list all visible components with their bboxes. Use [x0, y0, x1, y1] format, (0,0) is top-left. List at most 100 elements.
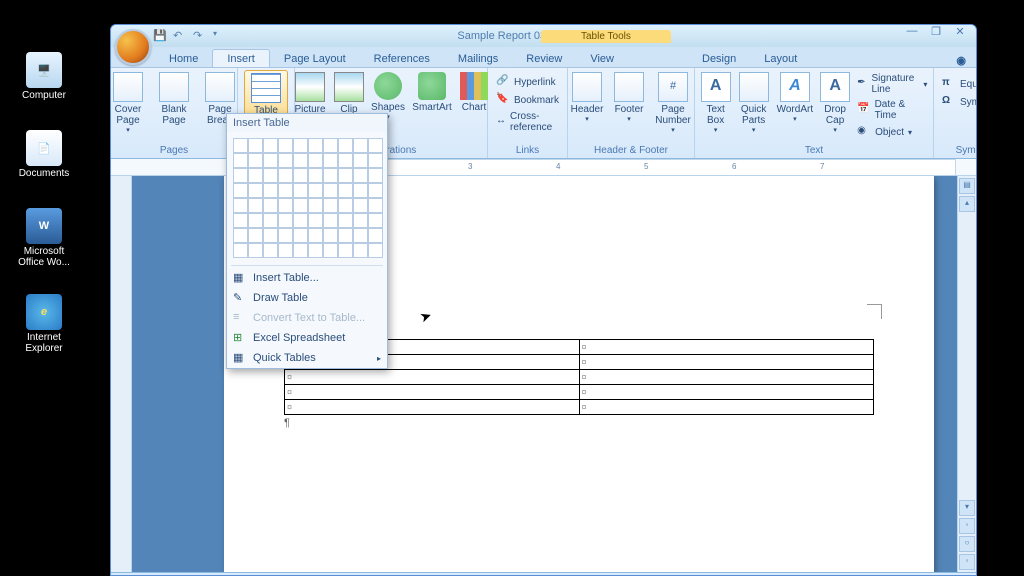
table-grid-cell[interactable] [368, 198, 383, 213]
drop-cap-button[interactable]: ADrop Cap▾ [819, 70, 851, 136]
table-grid-cell[interactable] [308, 153, 323, 168]
browse-object-button[interactable]: ○ [959, 536, 975, 552]
draw-table-menu-item[interactable]: ✎Draw Table [227, 288, 387, 308]
table-grid-cell[interactable] [263, 243, 278, 258]
table-grid-cell[interactable] [368, 153, 383, 168]
table-grid-cell[interactable] [278, 213, 293, 228]
picture-button[interactable]: Picture [291, 70, 329, 117]
table-grid-cell[interactable] [293, 183, 308, 198]
table-grid-cell[interactable] [353, 198, 368, 213]
table-grid-cell[interactable] [233, 183, 248, 198]
table-grid-cell[interactable] [233, 168, 248, 183]
table-grid-cell[interactable] [308, 168, 323, 183]
table-grid-cell[interactable] [308, 183, 323, 198]
table-grid-cell[interactable] [263, 153, 278, 168]
table-grid-cell[interactable] [353, 138, 368, 153]
signature-line-button[interactable]: ✒Signature Line▾ [855, 72, 929, 96]
table-grid-cell[interactable] [263, 213, 278, 228]
table-grid-cell[interactable] [233, 138, 248, 153]
table-grid-cell[interactable] [338, 213, 353, 228]
object-button[interactable]: ◉Object▾ [855, 124, 929, 140]
table-grid-cell[interactable] [353, 153, 368, 168]
table-grid-cell[interactable] [278, 168, 293, 183]
table-grid-cell[interactable] [323, 168, 338, 183]
hyperlink-button[interactable]: 🔗Hyperlink [494, 74, 558, 90]
maximize-button[interactable]: ❐ [924, 25, 948, 41]
desktop-icon-ie[interactable]: e Internet Explorer [14, 294, 74, 354]
insert-table-menu-item[interactable]: ▦Insert Table... [227, 268, 387, 288]
smartart-button[interactable]: SmartArt [411, 70, 453, 115]
minimize-button[interactable]: — [900, 25, 924, 41]
table-grid-cell[interactable] [338, 198, 353, 213]
table-grid-cell[interactable] [308, 138, 323, 153]
tab-design[interactable]: Design [688, 50, 750, 67]
table-grid-cell[interactable] [278, 138, 293, 153]
table-grid-cell[interactable] [368, 228, 383, 243]
chart-button[interactable]: Chart [457, 70, 491, 115]
table-grid-cell[interactable] [323, 198, 338, 213]
table-grid-cell[interactable] [368, 183, 383, 198]
table-grid-cell[interactable] [293, 243, 308, 258]
table-grid-cell[interactable] [338, 183, 353, 198]
table-size-grid[interactable] [227, 132, 387, 263]
titlebar[interactable]: 💾 ↶ ↷ ▾ Sample Report 03 - Microsoft Wor… [111, 25, 976, 47]
table-grid-cell[interactable] [263, 228, 278, 243]
desktop-icon-documents[interactable]: 📄 Documents [14, 130, 74, 179]
scroll-down-button[interactable]: ▾ [959, 500, 975, 516]
footer-button[interactable]: Footer▾ [610, 70, 648, 125]
table-grid-cell[interactable] [353, 228, 368, 243]
table-grid-cell[interactable] [368, 243, 383, 258]
table-grid-cell[interactable] [368, 213, 383, 228]
table-grid-cell[interactable] [248, 168, 263, 183]
table-grid-cell[interactable] [293, 138, 308, 153]
header-button[interactable]: Header▾ [568, 70, 606, 125]
qat-dropdown-icon[interactable]: ▾ [213, 29, 227, 43]
table-grid-cell[interactable] [338, 153, 353, 168]
table-grid-cell[interactable] [263, 183, 278, 198]
table-grid-cell[interactable] [248, 228, 263, 243]
table-grid-cell[interactable] [233, 153, 248, 168]
table-grid-cell[interactable] [278, 243, 293, 258]
blank-page-button[interactable]: Blank Page [153, 70, 195, 128]
table-grid-cell[interactable] [248, 183, 263, 198]
scroll-up-button[interactable]: ▴ [959, 196, 975, 212]
table-grid-cell[interactable] [323, 138, 338, 153]
table-grid-cell[interactable] [308, 243, 323, 258]
date-time-button[interactable]: 📅Date & Time [855, 98, 929, 122]
tab-insert[interactable]: Insert [212, 49, 270, 67]
quick-tables-menu-item[interactable]: ▦Quick Tables▸ [227, 348, 387, 368]
table-grid-cell[interactable] [353, 168, 368, 183]
table-grid-cell[interactable] [293, 213, 308, 228]
help-icon[interactable]: ◉ [956, 54, 966, 67]
table-grid-cell[interactable] [248, 213, 263, 228]
table-grid-cell[interactable] [233, 243, 248, 258]
tab-view[interactable]: View [576, 50, 628, 67]
table-grid-cell[interactable] [233, 198, 248, 213]
cross-reference-button[interactable]: ↔Cross-reference [494, 110, 561, 134]
tab-home[interactable]: Home [155, 50, 212, 67]
symbol-button[interactable]: ΩSymbol▾ [940, 94, 977, 110]
table-grid-cell[interactable] [308, 198, 323, 213]
table-grid-cell[interactable] [293, 228, 308, 243]
table-grid-cell[interactable] [293, 153, 308, 168]
table-grid-cell[interactable] [353, 213, 368, 228]
undo-icon[interactable]: ↶ [173, 29, 187, 43]
page-number-button[interactable]: #Page Number▾ [652, 70, 694, 136]
table-grid-cell[interactable] [293, 168, 308, 183]
excel-spreadsheet-menu-item[interactable]: ⊞Excel Spreadsheet [227, 328, 387, 348]
table-grid-cell[interactable] [263, 138, 278, 153]
table-grid-cell[interactable] [248, 153, 263, 168]
vertical-ruler[interactable] [111, 176, 132, 572]
vertical-scrollbar[interactable]: ▤ ▴ ▾ ◦ ○ ◦ [957, 176, 976, 572]
table-grid-cell[interactable] [323, 153, 338, 168]
table-grid-cell[interactable] [338, 243, 353, 258]
table-grid-cell[interactable] [263, 168, 278, 183]
save-icon[interactable]: 💾 [153, 29, 167, 43]
table-grid-cell[interactable] [248, 198, 263, 213]
next-page-button[interactable]: ◦ [959, 554, 975, 570]
desktop-icon-computer[interactable]: 🖥️ Computer [14, 52, 74, 101]
quick-parts-button[interactable]: Quick Parts▾ [737, 70, 771, 136]
table-grid-cell[interactable] [293, 198, 308, 213]
table-grid-cell[interactable] [368, 168, 383, 183]
bookmark-button[interactable]: 🔖Bookmark [494, 92, 561, 108]
